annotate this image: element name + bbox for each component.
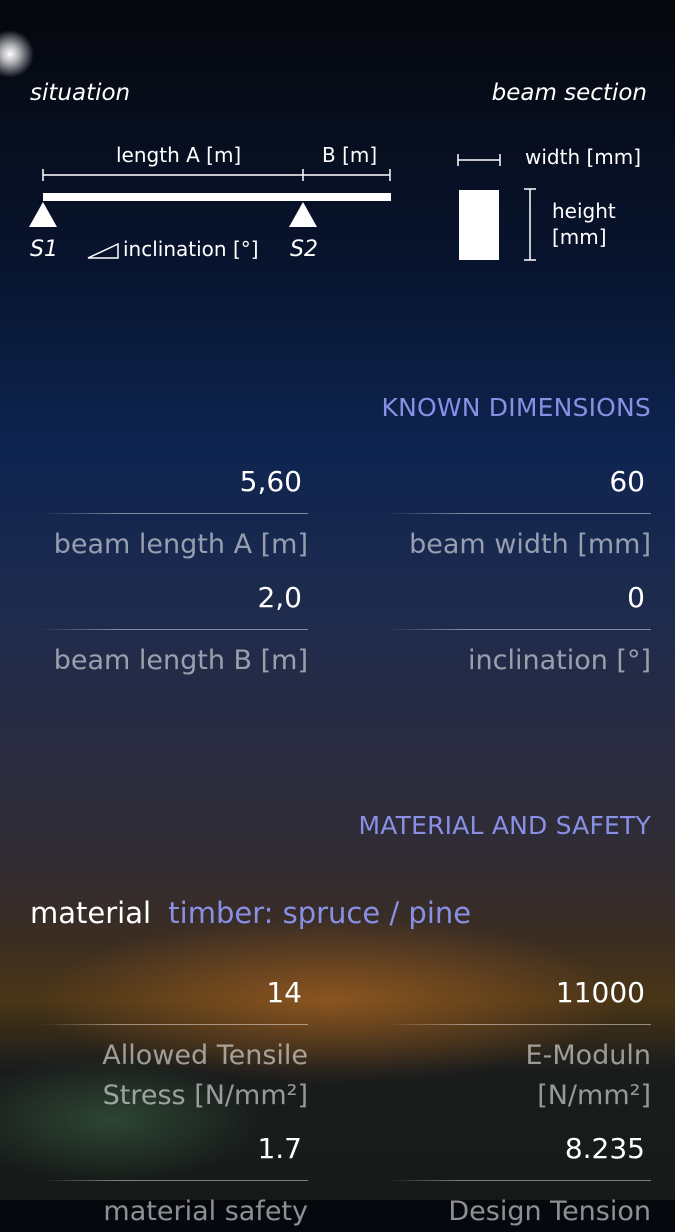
input-underline [40,513,308,514]
beam-length-b-field[interactable]: 2,0 beam length B [m] [40,581,308,691]
input-underline [385,1024,651,1025]
input-underline [40,1024,308,1025]
tensile-stress-label-line2: Stress [N/mm²] [102,1080,308,1111]
beam-situation-diagram [29,169,391,227]
inclination-diagram-label: inclination [°] [123,237,259,261]
e-modulus-label-line1: E-Moduln [525,1040,651,1071]
inclination-icon [87,242,119,259]
length-b-label: B [m] [322,143,378,167]
input-underline [385,513,651,514]
width-dimension-icon [457,154,501,166]
beam-width-input[interactable]: 60 [609,465,645,498]
design-tension-field[interactable]: 8.235 Design Tension [385,1132,651,1227]
material-safety-field[interactable]: 1.7 material safety [40,1132,308,1227]
beam-length-a-input[interactable]: 5,60 [240,465,302,498]
support-s2-icon [289,202,317,227]
dimension-line-icon [42,169,391,181]
beam-section-icon [459,190,499,260]
input-underline [40,629,308,630]
width-label: width [mm] [525,145,642,169]
support-s2-label: S2 [290,237,318,262]
tensile-stress-input[interactable]: 14 [266,976,302,1009]
beam-length-a-field[interactable]: 5,60 beam length A [m] [40,465,308,575]
material-safety-label: material safety [103,1196,308,1227]
beam-width-label: beam width [mm] [409,529,651,560]
design-tension-label: Design Tension [448,1196,651,1227]
input-underline [40,1180,308,1181]
tensile-stress-label: Allowed Tensile Stress [N/mm²] [102,1036,308,1116]
tensile-stress-label-line1: Allowed Tensile [102,1040,308,1071]
material-value[interactable]: timber: spruce / pine [168,896,471,930]
situation-title: situation [30,80,131,106]
e-modulus-label-line2: [N/mm²] [537,1080,651,1111]
height-label-line2: [mm] [552,225,607,249]
material-selector[interactable]: material timber: spruce / pine [30,896,471,930]
beam-length-b-input[interactable]: 2,0 [257,581,302,614]
material-safety-input[interactable]: 1.7 [257,1132,302,1165]
e-modulus-field[interactable]: 11000 E-Moduln [N/mm²] [385,976,651,1126]
input-underline [385,1180,651,1181]
inclination-input[interactable]: 0 [627,581,645,614]
e-modulus-input[interactable]: 11000 [556,976,645,1009]
inclination-field[interactable]: 0 inclination [°] [385,581,651,691]
beam-section-title: beam section [491,80,647,106]
height-label-line1: height [552,199,616,223]
beam-width-field[interactable]: 60 beam width [mm] [385,465,651,575]
light-glow [0,30,34,78]
beam-length-b-label: beam length B [m] [53,645,308,676]
beam-icon [43,193,391,201]
height-dimension-icon [524,188,536,261]
input-underline [385,629,651,630]
beam-length-a-label: beam length A [m] [53,529,308,560]
support-s1-label: S1 [30,237,58,262]
tensile-stress-field[interactable]: 14 Allowed Tensile Stress [N/mm²] [40,976,308,1126]
length-a-label: length A [m] [116,143,242,167]
material-label: material [30,896,152,930]
support-s1-icon [29,202,57,227]
e-modulus-label: E-Moduln [N/mm²] [526,1036,651,1116]
known-dimensions-title: KNOWN DIMENSIONS [381,393,651,422]
inclination-label: inclination [°] [468,645,651,676]
height-label: height [mm] [552,198,616,250]
design-tension-value: 8.235 [564,1132,645,1165]
material-safety-title: MATERIAL AND SAFETY [358,811,651,840]
